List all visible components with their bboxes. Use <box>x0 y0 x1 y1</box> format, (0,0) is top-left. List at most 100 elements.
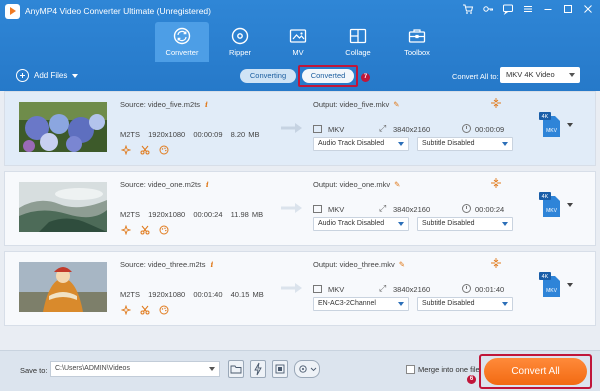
app-logo-icon <box>5 4 20 19</box>
palette-icon[interactable] <box>159 145 169 155</box>
hardware-accel-button[interactable] <box>250 360 266 378</box>
output-duration: 00:00:24 <box>475 205 505 214</box>
subtitle-value: Subtitle Disabled <box>422 220 475 227</box>
output-text: Output: video_five.mkv <box>313 100 390 109</box>
duration: 00:00:09 <box>193 130 223 139</box>
save-path-select[interactable]: C:\Users\ADMIN\Videos <box>50 361 220 377</box>
convert-all-to-label: Convert All to: <box>452 72 499 81</box>
expand-icon: ⤢ <box>379 283 387 293</box>
expand-icon: ⤢ <box>379 203 387 213</box>
chevron-down-icon[interactable] <box>567 123 573 127</box>
subtitle-select[interactable]: Subtitle Disabled <box>417 217 513 231</box>
chat-icon[interactable] <box>500 3 516 19</box>
palette-icon[interactable] <box>159 305 169 315</box>
edit-tools <box>120 304 169 316</box>
chevron-down-icon[interactable] <box>567 203 573 207</box>
compress-icon[interactable] <box>491 258 501 268</box>
menu-icon[interactable] <box>520 3 536 19</box>
info-icon[interactable]: i <box>205 100 208 109</box>
clock-icon <box>462 284 471 293</box>
scissors-icon[interactable] <box>140 145 150 155</box>
tab-converting[interactable]: Converting <box>240 69 296 83</box>
output-format-select[interactable]: MKV 4K Video <box>500 67 580 83</box>
convert-all-button[interactable]: Convert All <box>484 358 587 385</box>
audio-track-value: Audio Track Disabled <box>318 220 385 227</box>
audio-track-select[interactable]: EN-AC3-2Channel <box>313 297 409 311</box>
enhance-icon[interactable] <box>120 224 132 236</box>
file-size: 40.15 MB <box>230 290 264 299</box>
format-badge-label: MKV <box>546 128 558 134</box>
scissors-icon[interactable] <box>140 305 150 315</box>
maximize-icon[interactable] <box>560 3 576 19</box>
save-path-value: C:\Users\ADMIN\Videos <box>55 365 130 372</box>
cart-icon[interactable] <box>460 3 476 19</box>
list-item[interactable]: Source: video_five.m2ts i M2TS 1920x1080 … <box>4 91 596 166</box>
list-item[interactable]: Source: video_three.m2ts i M2TS 1920x1080… <box>4 251 596 326</box>
output-filename: Output: video_five.mkv ✎ <box>313 100 400 109</box>
top-header: AnyMP4 Video Converter Ultimate (Unregis… <box>0 0 600 91</box>
audio-track-select[interactable]: Audio Track Disabled <box>313 137 409 151</box>
info-icon[interactable]: i <box>206 180 209 189</box>
subtitle-value: Subtitle Disabled <box>422 300 475 307</box>
palette-icon[interactable] <box>159 225 169 235</box>
key-icon[interactable] <box>480 3 496 19</box>
add-files-label: Add Files <box>34 71 68 80</box>
add-files-button[interactable]: Add Files <box>16 69 79 82</box>
film-icon <box>313 285 322 293</box>
source-text: Source: video_five.m2ts <box>120 100 201 109</box>
edit-tools <box>120 144 169 156</box>
chevron-down-icon[interactable] <box>567 283 573 287</box>
compress-icon[interactable] <box>491 178 501 188</box>
enhance-icon[interactable] <box>120 304 132 316</box>
info-icon[interactable]: i <box>210 260 213 269</box>
scissors-icon[interactable] <box>140 225 150 235</box>
output-format: MKV <box>328 125 345 134</box>
chevron-down-icon[interactable] <box>72 73 79 78</box>
audio-track-select[interactable]: Audio Track Disabled <box>313 217 409 231</box>
arrow-right-icon <box>281 123 302 133</box>
film-icon <box>313 125 322 133</box>
subtitle-select[interactable]: Subtitle Disabled <box>417 137 513 151</box>
minimize-icon[interactable] <box>540 3 556 19</box>
format-badge-label: MKV <box>546 208 558 214</box>
save-to-label: Save to: <box>20 366 48 375</box>
audio-track-value: EN-AC3-2Channel <box>318 300 376 307</box>
gpu-icon <box>275 364 285 374</box>
output-resolution: 3840x2160 <box>393 125 431 134</box>
video-thumbnail[interactable] <box>19 102 107 152</box>
window-controls <box>460 3 596 19</box>
container-format: M2TS <box>120 290 141 299</box>
tab-collage[interactable]: Collage <box>331 22 385 62</box>
video-thumbnail[interactable] <box>19 262 107 312</box>
merge-checkbox[interactable] <box>406 365 415 374</box>
compress-icon[interactable] <box>491 98 501 108</box>
chevron-down-icon <box>209 367 215 371</box>
format-badge-4k: 4K <box>542 114 549 120</box>
output-format-value: MKV 4K Video <box>506 70 555 79</box>
pencil-icon[interactable]: ✎ <box>394 180 400 189</box>
output-format: MKV <box>328 285 345 294</box>
video-thumbnail[interactable] <box>19 182 107 232</box>
tab-mv[interactable]: MV <box>271 22 325 62</box>
tab-converter[interactable]: Converter <box>155 22 209 62</box>
subtitle-select[interactable]: Subtitle Disabled <box>417 297 513 311</box>
output-resolution: 3840x2160 <box>393 285 431 294</box>
mkv-format-icon[interactable]: 4K MKV <box>539 272 563 298</box>
pencil-icon[interactable]: ✎ <box>393 100 399 109</box>
disc-icon <box>231 27 249 45</box>
tab-ripper[interactable]: Ripper <box>213 22 267 62</box>
file-list: Source: video_five.m2ts i M2TS 1920x1080 … <box>0 91 600 350</box>
tab-toolbox[interactable]: Toolbox <box>390 22 444 62</box>
settings-button[interactable] <box>294 360 320 378</box>
pencil-icon[interactable]: ✎ <box>399 260 405 269</box>
open-folder-button[interactable] <box>228 360 244 378</box>
gpu-accel-button[interactable] <box>272 360 288 378</box>
close-icon[interactable] <box>580 3 596 19</box>
list-item[interactable]: Source: video_one.m2ts i M2TS 1920x1080 0… <box>4 171 596 246</box>
output-resolution: 3840x2160 <box>393 205 431 214</box>
enhance-icon[interactable] <box>120 144 132 156</box>
mkv-format-icon[interactable]: 4K MKV <box>539 192 563 218</box>
chevron-down-icon <box>398 222 404 226</box>
output-duration: 00:00:09 <box>475 125 505 134</box>
mkv-format-icon[interactable]: 4K MKV <box>539 112 563 138</box>
